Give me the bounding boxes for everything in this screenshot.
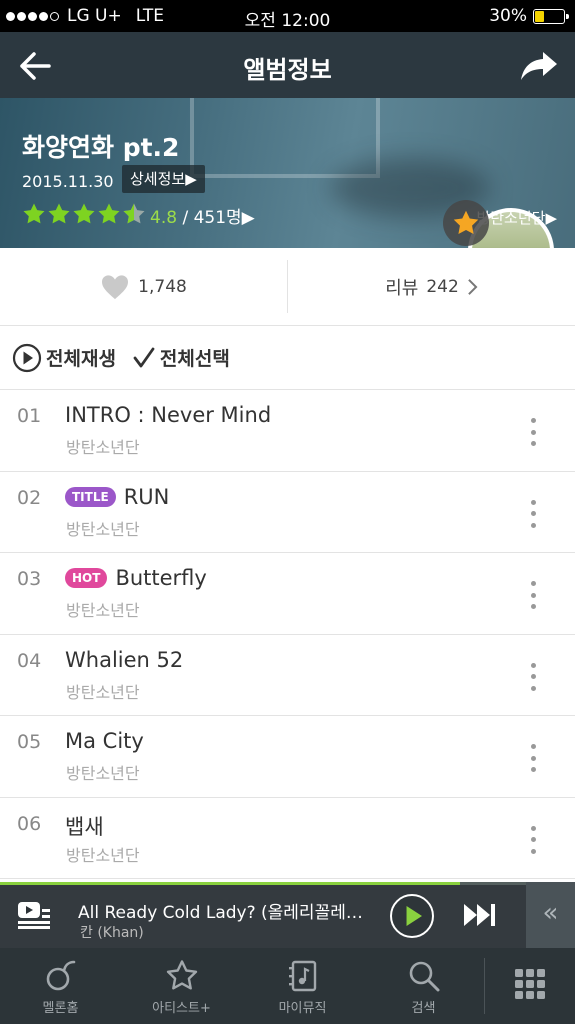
share-arrow-icon[interactable]	[519, 50, 559, 82]
next-track-icon[interactable]	[463, 902, 497, 928]
star-full-icon	[23, 203, 45, 224]
select-all-label: 전체선택	[159, 348, 230, 370]
page-title: 앨범정보	[243, 56, 332, 84]
bottom-tab-bar: 멜론홈 아티스트+ 마이뮤직 검색	[0, 948, 575, 1024]
track-row[interactable]: 04 Whalien 52 방탄소년단	[0, 635, 575, 716]
star-full-icon	[98, 203, 120, 224]
star-full-icon	[48, 203, 70, 224]
battery-icon	[533, 8, 569, 24]
track-row[interactable]: 05 Ma City 방탄소년단	[0, 716, 575, 798]
track-artist: 방탄소년단	[66, 438, 140, 457]
tab-artist-plus[interactable]: 아티스트+	[121, 948, 242, 1024]
track-list: 01 INTRO : Never Mind 방탄소년단 02 TITLE RUN…	[0, 390, 575, 879]
rating-stars	[22, 202, 146, 226]
tab-melon-home[interactable]: 멜론홈	[0, 948, 121, 1024]
play-circle-icon	[12, 343, 42, 372]
play-all-button[interactable]: 전체재생	[12, 343, 116, 373]
my-music-icon	[288, 960, 316, 992]
status-bar: LG U+ LTE 오전 12:00 30%	[0, 0, 575, 32]
review-count: 242	[426, 276, 459, 297]
album-title: 화양연화 pt.2	[22, 133, 180, 162]
track-artist: 방탄소년단	[66, 682, 140, 702]
more-options-icon[interactable]	[528, 581, 538, 609]
more-options-icon[interactable]	[528, 825, 538, 854]
tab-my-music[interactable]: 마이뮤직	[242, 948, 363, 1024]
battery-percent: 30%	[489, 6, 527, 26]
rating-summary[interactable]: 4.8 / 451명▶	[150, 203, 255, 228]
title-badge: TITLE	[65, 486, 116, 507]
more-options-icon[interactable]	[528, 418, 538, 446]
checkmark-icon	[133, 347, 155, 367]
track-number: 01	[17, 405, 42, 427]
nav-bar: 앨범정보	[0, 32, 575, 98]
grid-menu-icon	[515, 969, 545, 999]
star-icon	[453, 210, 479, 234]
now-playing-title: All Ready Cold Lady? (올레리꼴레…	[78, 903, 363, 923]
like-count: 1,748	[138, 276, 187, 297]
track-artist: 방탄소년단	[66, 764, 140, 783]
track-title: 뱁새	[65, 814, 104, 839]
tab-more-menu[interactable]	[485, 948, 575, 1024]
track-title: Butterfly	[115, 566, 207, 590]
tab-label: 멜론홈	[42, 1001, 79, 1016]
track-number: 05	[17, 731, 42, 753]
album-art-background	[190, 98, 380, 178]
tab-label: 검색	[411, 1001, 436, 1016]
release-date: 2015.11.30	[22, 172, 114, 191]
track-number: 03	[17, 568, 42, 590]
star-half-icon	[123, 203, 145, 224]
album-stats: 1,748 리뷰 242	[0, 248, 575, 326]
track-number: 06	[17, 812, 42, 835]
tab-search[interactable]: 검색	[363, 948, 484, 1024]
select-all-button[interactable]: 전체선택	[132, 344, 230, 371]
track-title: RUN	[123, 484, 170, 509]
play-button[interactable]	[390, 894, 434, 938]
tab-label: 아티스트+	[152, 1001, 211, 1016]
search-icon	[409, 961, 439, 992]
more-options-icon[interactable]	[528, 744, 538, 772]
album-header: 화양연화 pt.2 2015.11.30 상세정보▶ 4.8 / 451명▶ 방…	[0, 98, 575, 248]
chevron-right-icon	[467, 278, 478, 295]
track-title: Whalien 52	[65, 647, 184, 672]
star-outline-icon	[166, 960, 197, 990]
more-options-icon[interactable]	[528, 662, 538, 691]
melon-home-icon	[46, 960, 75, 991]
playback-progress-bar	[0, 882, 575, 885]
tab-label: 마이뮤직	[278, 1001, 327, 1016]
track-row[interactable]: 01 INTRO : Never Mind 방탄소년단	[0, 390, 575, 472]
favorite-star-button[interactable]	[443, 200, 489, 246]
playlist-icon[interactable]	[17, 900, 51, 930]
review-button[interactable]: 리뷰 242	[288, 248, 575, 325]
mini-player[interactable]: All Ready Cold Lady? (올레리꼴레… 칸 (Khan) «	[0, 882, 575, 948]
now-playing-artist: 칸 (Khan)	[80, 925, 144, 941]
rating-score: 4.8	[150, 208, 178, 228]
track-row[interactable]: 02 TITLE RUN 방탄소년단	[0, 472, 575, 553]
like-button[interactable]: 1,748	[0, 248, 287, 325]
track-number: 04	[17, 649, 42, 672]
track-title: INTRO : Never Mind	[65, 403, 272, 427]
track-row[interactable]: 06 뱁새 방탄소년단	[0, 798, 575, 879]
heart-icon	[102, 274, 129, 299]
track-artist: 방탄소년단	[66, 845, 140, 865]
track-artist: 방탄소년단	[66, 601, 140, 620]
hot-badge: HOT	[65, 568, 108, 588]
more-options-icon[interactable]	[528, 499, 538, 528]
track-number: 02	[17, 486, 42, 509]
track-row[interactable]: 03 HOT Butterfly 방탄소년단	[0, 553, 575, 635]
track-title: Ma City	[65, 729, 144, 753]
star-full-icon	[73, 203, 95, 224]
review-label: 리뷰	[385, 277, 419, 299]
rating-count: / 451명▶	[182, 208, 255, 228]
collapse-player-icon[interactable]: «	[526, 882, 575, 948]
play-all-label: 전체재생	[46, 348, 116, 370]
track-toolbar: 전체재생 전체선택	[0, 326, 575, 390]
detail-info-button[interactable]: 상세정보▶	[122, 165, 205, 193]
track-artist: 방탄소년단	[66, 519, 140, 539]
